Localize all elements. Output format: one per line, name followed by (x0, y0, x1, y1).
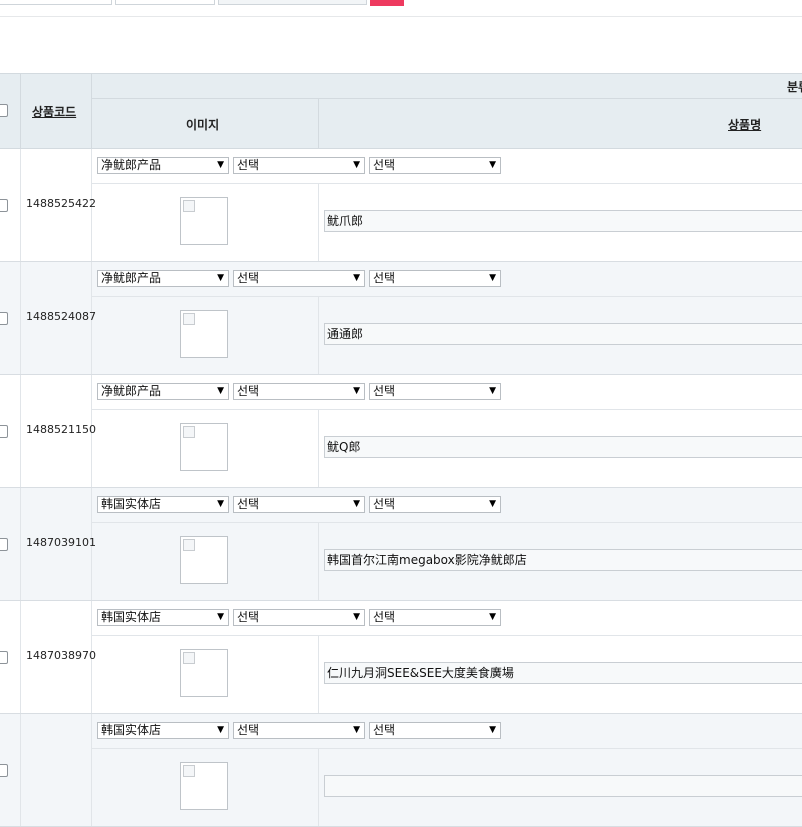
caret-down-icon: ▼ (353, 273, 360, 283)
caret-down-icon: ▼ (217, 273, 224, 283)
caret-down-icon: ▼ (489, 160, 496, 170)
category-select-1[interactable]: 净鱿郎产品 ▼ (97, 157, 229, 174)
broken-image-icon (183, 539, 195, 551)
broken-image-icon (183, 200, 195, 212)
caret-down-icon: ▼ (353, 725, 360, 735)
category-select-1-value: 净鱿郎产品 (101, 384, 162, 398)
row-checkbox[interactable] (0, 199, 8, 212)
filter-input-3[interactable] (218, 0, 367, 5)
category-select-2[interactable]: 선택 ▼ (233, 496, 365, 513)
caret-down-icon: ▼ (489, 386, 496, 396)
product-image[interactable] (180, 536, 228, 584)
row-checkbox[interactable] (0, 538, 8, 551)
product-code: 1488524087 (26, 310, 96, 323)
category-select-3-value: 선택 (373, 158, 396, 172)
category-select-1[interactable]: 韩国实体店 ▼ (97, 496, 229, 513)
category-select-2-value: 선택 (237, 497, 260, 511)
caret-down-icon: ▼ (217, 499, 224, 509)
category-select-3[interactable]: 선택 ▼ (369, 270, 501, 287)
caret-down-icon: ▼ (489, 273, 496, 283)
product-name-input[interactable]: 通通郎 (324, 323, 802, 345)
category-select-2[interactable]: 선택 ▼ (233, 609, 365, 626)
row-checkbox[interactable] (0, 764, 8, 777)
product-name-input[interactable]: 韩国首尔江南megabox影院净鱿郎店 (324, 549, 802, 571)
product-code: 1488525422 (26, 197, 96, 210)
header-category: 분류 (787, 80, 802, 94)
category-select-1-value: 净鱿郎产品 (101, 271, 162, 285)
category-select-3-value: 선택 (373, 497, 396, 511)
product-code: 1488521150 (26, 423, 96, 436)
broken-image-icon (183, 765, 195, 777)
filter-input-1[interactable] (0, 0, 112, 5)
divider (0, 16, 802, 17)
header-product-name[interactable]: 상품명 (728, 116, 761, 133)
category-select-2-value: 선택 (237, 271, 260, 285)
category-select-2-value: 선택 (237, 158, 260, 172)
category-select-2-value: 선택 (237, 610, 260, 624)
table-row: 1488524087 净鱿郎产品 ▼ 선택 ▼ 선택 ▼ 通通郎 (0, 262, 802, 375)
table-row: 韩国实体店 ▼ 선택 ▼ 선택 ▼ (0, 714, 802, 827)
caret-down-icon: ▼ (489, 725, 496, 735)
category-select-3[interactable]: 선택 ▼ (369, 383, 501, 400)
caret-down-icon: ▼ (353, 612, 360, 622)
caret-down-icon: ▼ (353, 160, 360, 170)
filter-input-2[interactable] (115, 0, 215, 5)
caret-down-icon: ▼ (489, 499, 496, 509)
caret-down-icon: ▼ (489, 612, 496, 622)
table-row: 1487038970 韩国实体店 ▼ 선택 ▼ 선택 ▼ 仁川九月洞SEE&SE… (0, 601, 802, 714)
product-name-input[interactable]: 鱿爪郎 (324, 210, 802, 232)
broken-image-icon (183, 652, 195, 664)
caret-down-icon: ▼ (217, 160, 224, 170)
product-name-input[interactable]: 仁川九月洞SEE&SEE大度美食廣場 (324, 662, 802, 684)
category-select-1-value: 韩国实体店 (101, 610, 162, 624)
header-product-code[interactable]: 상품코드 (32, 103, 76, 120)
row-checkbox[interactable] (0, 651, 8, 664)
row-checkbox[interactable] (0, 312, 8, 325)
product-image[interactable] (180, 310, 228, 358)
category-select-1[interactable]: 净鱿郎产品 ▼ (97, 270, 229, 287)
caret-down-icon: ▼ (353, 499, 360, 509)
caret-down-icon: ▼ (217, 386, 224, 396)
product-name-input[interactable] (324, 775, 802, 797)
product-image[interactable] (180, 762, 228, 810)
product-name-input[interactable]: 鱿Q郎 (324, 436, 802, 458)
product-image[interactable] (180, 423, 228, 471)
product-code: 1487038970 (26, 649, 96, 662)
broken-image-icon (183, 313, 195, 325)
search-button[interactable] (370, 0, 404, 6)
category-select-3-value: 선택 (373, 723, 396, 737)
caret-down-icon: ▼ (353, 386, 360, 396)
category-select-1[interactable]: 韩国实体店 ▼ (97, 722, 229, 739)
category-select-2[interactable]: 선택 ▼ (233, 157, 365, 174)
category-select-1[interactable]: 韩国实体店 ▼ (97, 609, 229, 626)
category-select-1-value: 韩国实体店 (101, 723, 162, 737)
table-row: 1488521150 净鱿郎产品 ▼ 선택 ▼ 선택 ▼ 鱿Q郎 (0, 375, 802, 488)
category-select-1-value: 净鱿郎产品 (101, 158, 162, 172)
category-select-3[interactable]: 선택 ▼ (369, 157, 501, 174)
category-select-2-value: 선택 (237, 723, 260, 737)
table-row: 1487039101 韩国实体店 ▼ 선택 ▼ 선택 ▼ 韩国首尔江南megab… (0, 488, 802, 601)
category-select-3[interactable]: 선택 ▼ (369, 722, 501, 739)
broken-image-icon (183, 426, 195, 438)
category-select-3[interactable]: 선택 ▼ (369, 496, 501, 513)
header-image: 이미지 (186, 118, 220, 132)
category-select-3-value: 선택 (373, 271, 396, 285)
product-image[interactable] (180, 649, 228, 697)
caret-down-icon: ▼ (217, 612, 224, 622)
category-select-3[interactable]: 선택 ▼ (369, 609, 501, 626)
category-select-3-value: 선택 (373, 610, 396, 624)
category-select-1[interactable]: 净鱿郎产品 ▼ (97, 383, 229, 400)
select-all-checkbox[interactable] (0, 104, 8, 117)
category-select-2[interactable]: 선택 ▼ (233, 383, 365, 400)
row-checkbox[interactable] (0, 425, 8, 438)
table-row: 1488525422 净鱿郎产品 ▼ 선택 ▼ 선택 ▼ 鱿爪郎 (0, 149, 802, 262)
category-select-2[interactable]: 선택 ▼ (233, 270, 365, 287)
product-image[interactable] (180, 197, 228, 245)
category-select-2[interactable]: 선택 ▼ (233, 722, 365, 739)
category-select-3-value: 선택 (373, 384, 396, 398)
category-select-1-value: 韩国实体店 (101, 497, 162, 511)
product-code: 1487039101 (26, 536, 96, 549)
category-select-2-value: 선택 (237, 384, 260, 398)
caret-down-icon: ▼ (217, 725, 224, 735)
